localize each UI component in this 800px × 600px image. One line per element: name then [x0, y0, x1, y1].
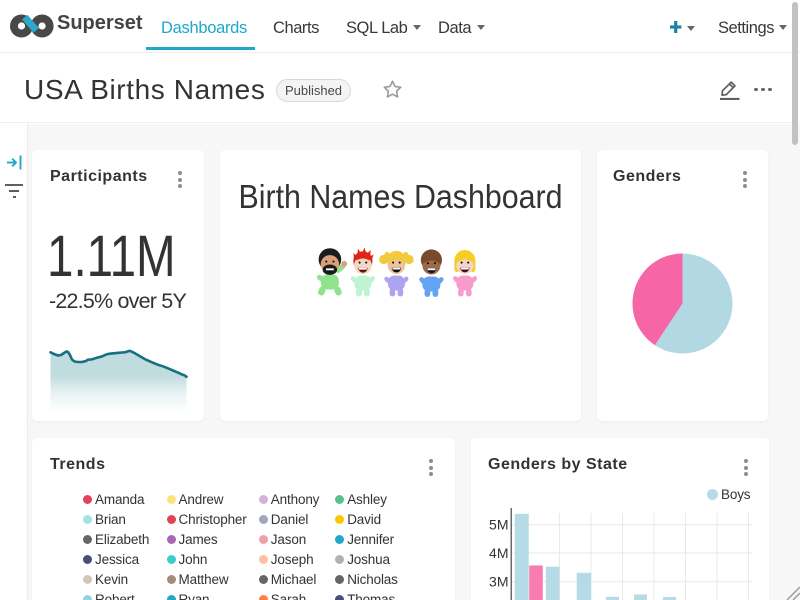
svg-text:4M: 4M — [489, 545, 508, 561]
svg-text:5M: 5M — [489, 517, 508, 533]
svg-text:3M: 3M — [489, 574, 508, 590]
